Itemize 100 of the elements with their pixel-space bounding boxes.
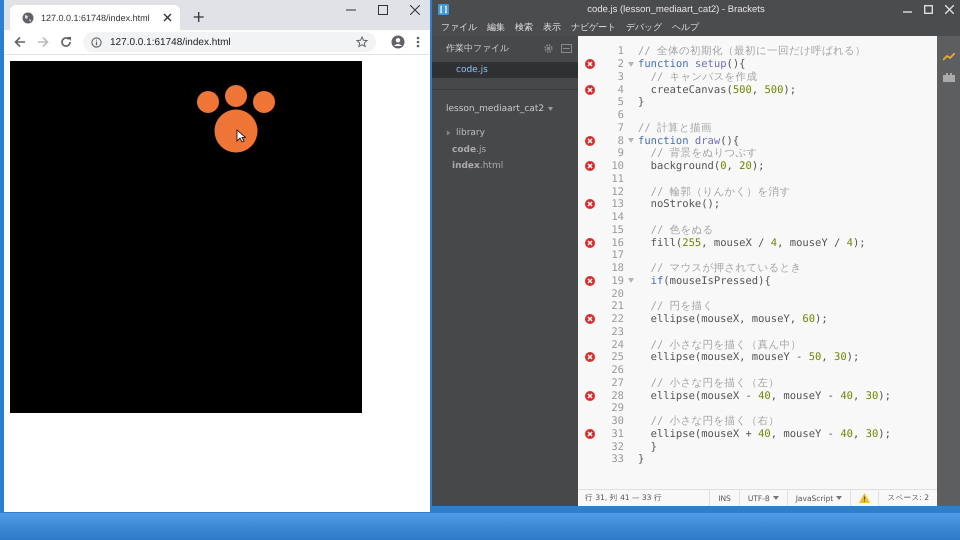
settings-icon[interactable] <box>544 44 553 52</box>
error-icon <box>585 199 595 210</box>
line-number: 6 <box>616 109 624 122</box>
menu-item[interactable]: デバッグ <box>626 20 662 34</box>
line-number: 18 <box>610 262 624 274</box>
code-line: fill(255, mouseX / 4, mouseY / 4); <box>650 236 866 249</box>
folder-item[interactable]: library <box>456 128 485 138</box>
line-number: 3 <box>616 70 624 83</box>
line-number: 20 <box>610 288 624 300</box>
code-line: ellipse(mouseX, mouseY, 60); <box>650 313 828 326</box>
code-line: ellipse(mouseX, mouseY - 50, 30); <box>650 351 860 364</box>
line-number: 21 <box>610 300 624 312</box>
account-icon[interactable] <box>391 35 405 49</box>
file-item[interactable]: index.html <box>452 161 504 172</box>
error-icon <box>585 276 595 286</box>
code-line: ellipse(mouseX - 40, mouseY - 40, 30); <box>650 390 891 402</box>
line-number: 19 <box>610 274 624 287</box>
line-number: 2 <box>616 58 624 70</box>
project-name[interactable]: lesson_mediaart_cat2 <box>446 104 544 114</box>
line-number: 29 <box>610 402 624 414</box>
working-file-item[interactable]: code.js <box>432 62 578 78</box>
code-line: // 背景をぬりつぶす <box>650 146 758 160</box>
browser-tab[interactable]: 127.0.0.1:61748/index.html <box>10 5 180 30</box>
code-line: // 小さな円を描く（右） <box>650 414 780 428</box>
error-icon <box>585 59 595 70</box>
star-icon[interactable] <box>356 36 368 48</box>
code-line: function draw(){ <box>638 134 740 147</box>
warning-icon[interactable] <box>859 493 870 503</box>
menu-item[interactable]: 表示 <box>543 20 561 34</box>
maximize-icon[interactable] <box>378 5 388 15</box>
tab-title: 127.0.0.1:61748/index.html <box>41 12 151 22</box>
line-number: 24 <box>610 338 624 351</box>
line-number: 7 <box>616 122 624 134</box>
window-title: code.js (lesson_mediaart_cat2) - Brackets <box>586 4 766 14</box>
reload-icon[interactable] <box>60 36 72 48</box>
code-line: } <box>650 440 657 453</box>
line-number: 4 <box>616 84 624 96</box>
globe-icon <box>22 12 34 24</box>
menu-item[interactable]: ヘルプ <box>672 20 699 34</box>
line-number: 14 <box>610 211 624 224</box>
cursor-icon <box>236 129 246 143</box>
code-line: // 全体の初期化（最初に一回だけ呼ばれる） <box>638 44 866 58</box>
error-icon <box>585 136 595 146</box>
more-menu-icon[interactable] <box>416 36 420 48</box>
line-number: 23 <box>610 326 624 338</box>
line-number: 8 <box>616 134 624 147</box>
code-line: noStroke(); <box>650 198 720 210</box>
line-number: 31 <box>610 428 624 440</box>
code-line: } <box>638 96 644 108</box>
error-icon <box>585 352 595 362</box>
error-icon <box>585 428 595 439</box>
line-number: 33 <box>610 453 624 466</box>
line-number: 30 <box>610 415 624 428</box>
code-line: // 小さな円を描く（左） <box>650 376 780 390</box>
caret-icon[interactable] <box>548 107 554 111</box>
code-line: // 輪郭（りんかく）を消す <box>650 184 791 199</box>
menu-item[interactable]: ファイル <box>441 20 477 34</box>
line-number: 27 <box>610 376 624 389</box>
caret-icon[interactable] <box>446 130 451 136</box>
line-number: 10 <box>610 160 624 172</box>
sketch-canvas[interactable] <box>10 61 362 413</box>
code-line: background(0, 20); <box>650 160 764 172</box>
line-number: 32 <box>610 440 624 453</box>
file-item[interactable]: code.js <box>452 144 486 155</box>
line-number: 9 <box>616 147 624 160</box>
line-number: 25 <box>610 351 624 364</box>
working-files-title: 作業中ファイル <box>446 42 510 54</box>
code-line: // 小さな円を描く（真ん中） <box>650 338 802 352</box>
menu-item[interactable]: ナビゲート <box>571 20 616 34</box>
caret-icon <box>836 496 842 500</box>
lightning-icon[interactable] <box>942 53 954 61</box>
error-icon <box>585 238 595 248</box>
line-number: 12 <box>610 186 624 198</box>
line-number: 28 <box>610 390 624 402</box>
code-line: function setup(){ <box>638 58 746 70</box>
error-icon <box>585 390 595 401</box>
new-tab-button[interactable]: + <box>192 7 206 27</box>
code-line: // 円を描く <box>650 299 714 314</box>
menu-item[interactable]: 編集 <box>487 20 505 34</box>
code-line: ellipse(mouseX + 40, mouseY - 40, 30); <box>650 428 891 440</box>
code-line: // キャンバスを作成 <box>650 70 758 84</box>
close-icon[interactable] <box>410 5 420 15</box>
line-number: 16 <box>610 236 624 249</box>
back-arrow-icon[interactable] <box>14 36 26 48</box>
code-line: if(mouseIsPressed){ <box>650 274 771 287</box>
line-number: 11 <box>610 172 624 185</box>
menu-item[interactable]: 検索 <box>515 20 533 34</box>
close-icon[interactable] <box>163 13 172 22</box>
split-view-icon[interactable] <box>561 44 572 52</box>
caret-icon <box>772 496 779 500</box>
code-line: // 色をぬる <box>650 222 714 237</box>
code-line: } <box>638 453 644 466</box>
line-number: 15 <box>610 224 624 236</box>
error-icon <box>585 84 595 95</box>
info-icon <box>91 36 102 48</box>
line-number: 1 <box>616 45 624 58</box>
plugin-block-icon[interactable] <box>942 73 954 82</box>
app-logo-icon <box>438 4 449 14</box>
address-bar[interactable]: 127.0.0.1:61748/index.html <box>83 32 376 52</box>
error-icon <box>585 314 595 324</box>
